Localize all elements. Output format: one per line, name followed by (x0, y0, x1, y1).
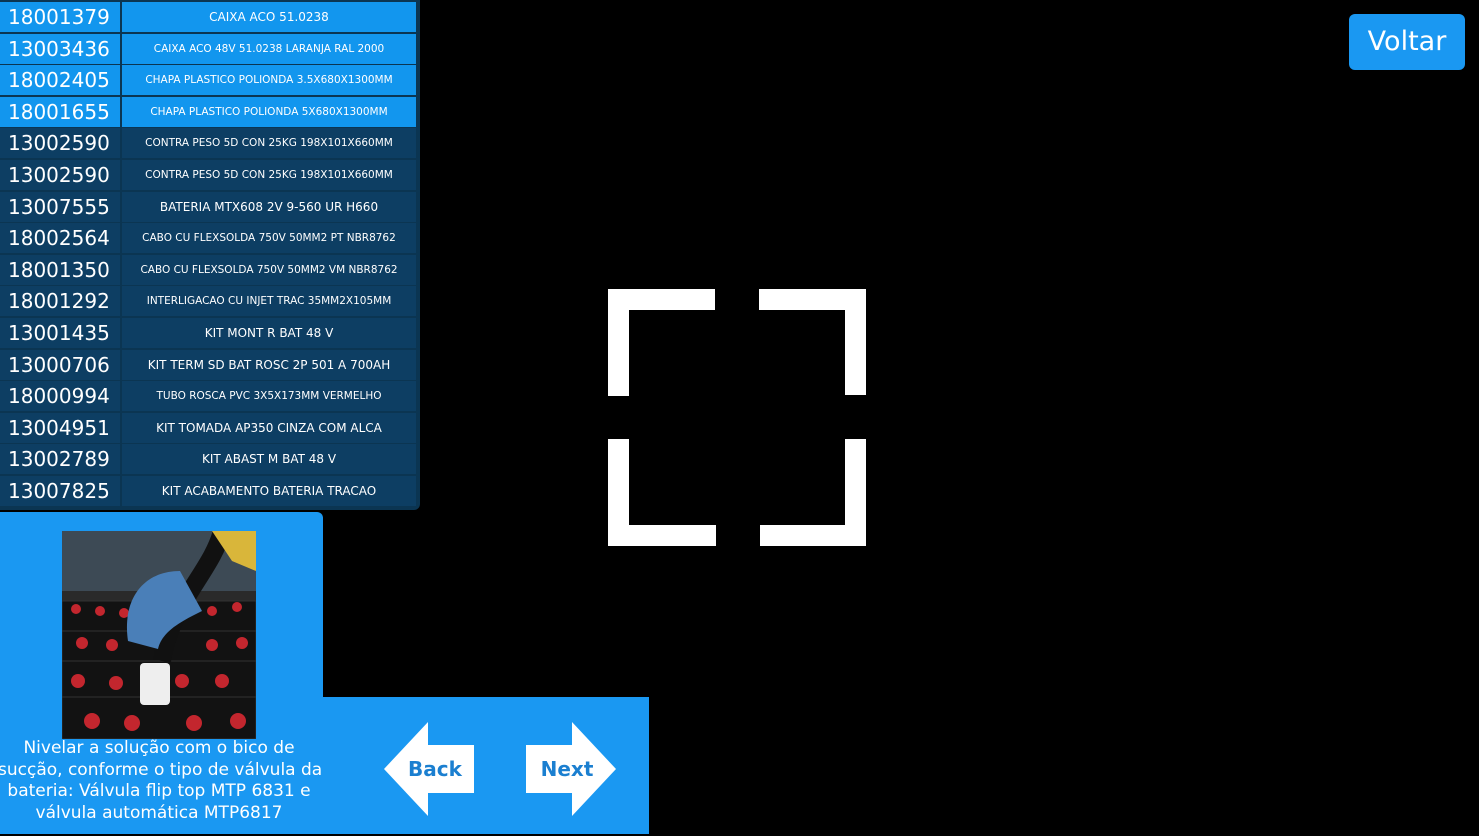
part-code: 13004951 (0, 412, 120, 443)
part-code: 13002590 (0, 128, 120, 159)
next-button[interactable]: Next (526, 722, 616, 816)
part-description[interactable]: CAIXA ACO 48V 51.0238 LARANJA RAL 2000 (122, 33, 416, 64)
part-row[interactable]: 18002564 CABO CU FLEXSOLDA 750V 50MM2 PT … (0, 223, 418, 254)
back-button[interactable]: Back (384, 722, 474, 816)
voltar-button[interactable]: Voltar (1349, 14, 1465, 70)
part-row[interactable]: 18000994 TUBO ROSCA PVC 3X5X173MM VERMELH… (0, 381, 418, 412)
part-code: 13003436 (0, 33, 120, 64)
part-row[interactable]: 18002405 CHAPA PLASTICO POLIONDA 3.5X680X… (0, 65, 418, 96)
scan-corner-bottom-left (608, 439, 716, 546)
part-code: 13001435 (0, 318, 120, 348)
part-description[interactable]: CABO CU FLEXSOLDA 750V 50MM2 VM NBR8762 (122, 254, 416, 285)
part-row[interactable]: 13000706 KIT TERM SD BAT ROSC 2P 501 A 70… (0, 349, 418, 380)
part-code: 13007555 (0, 191, 120, 222)
part-row[interactable]: 18001350 CABO CU FLEXSOLDA 750V 50MM2 VM … (0, 254, 418, 285)
instruction-line: válvula automática MTP6817 (35, 802, 283, 823)
part-code: 18001655 (0, 96, 120, 127)
instruction-photo (62, 531, 256, 739)
scan-frame-icon (608, 289, 866, 546)
part-code: 18000994 (0, 381, 120, 412)
part-description[interactable]: KIT ABAST M BAT 48 V (122, 444, 416, 475)
scan-corner-top-right (759, 289, 866, 395)
scan-corner-bottom-right (760, 439, 866, 546)
part-description[interactable]: BATERIA MTX608 2V 9-560 UR H660 (122, 191, 416, 222)
part-description[interactable]: CABO CU FLEXSOLDA 750V 50MM2 PT NBR8762 (122, 223, 416, 254)
part-code: 18002564 (0, 223, 120, 254)
part-code: 18001292 (0, 286, 120, 317)
part-row[interactable]: 13002789 KIT ABAST M BAT 48 V (0, 444, 418, 475)
part-row[interactable]: 18001655 CHAPA PLASTICO POLIONDA 5X680X13… (0, 96, 418, 127)
part-description[interactable]: CAIXA ACO 51.0238 (122, 2, 416, 32)
part-description[interactable]: CHAPA PLASTICO POLIONDA 3.5X680X1300MM (122, 65, 416, 96)
part-row[interactable]: 18001292 INTERLIGACAO CU INJET TRAC 35MM2… (0, 286, 418, 317)
parts-list: 18001379 CAIXA ACO 51.0238 13003436 CAIXA A… (0, 0, 420, 510)
part-description[interactable]: TUBO ROSCA PVC 3X5X173MM VERMELHO (122, 381, 416, 412)
part-row[interactable]: 13002590 CONTRA PESO 5D CON 25KG 198X101X… (0, 160, 418, 190)
part-code: 13000706 (0, 349, 120, 380)
part-code: 18001350 (0, 254, 120, 285)
part-code: 18001379 (0, 2, 120, 32)
part-description[interactable]: CONTRA PESO 5D CON 25KG 198X101X660MM (122, 160, 416, 190)
part-row[interactable]: 13003436 CAIXA ACO 48V 51.0238 LARANJA RA… (0, 33, 418, 64)
part-row[interactable]: 13007825 KIT ACABAMENTO BATERIA TRACAO (0, 476, 418, 506)
instruction-line: Nivelar a solução com o bico de (23, 738, 295, 758)
part-code: 13002590 (0, 160, 120, 190)
next-button-label: Next (540, 757, 594, 781)
part-description[interactable]: CONTRA PESO 5D CON 25KG 198X101X660MM (122, 128, 416, 159)
instruction-line: sucção, conforme o tipo de válvula da (0, 759, 323, 780)
part-row[interactable]: 13001435 KIT MONT R BAT 48 V (0, 318, 418, 348)
part-row[interactable]: 13002590 CONTRA PESO 5D CON 25KG 198X101X… (0, 128, 418, 159)
part-description[interactable]: KIT ACABAMENTO BATERIA TRACAO (122, 476, 416, 506)
part-description[interactable]: CHAPA PLASTICO POLIONDA 5X680X1300MM (122, 96, 416, 127)
instruction-line: bateria: Válvula flip top MTP 6831 e (7, 781, 311, 801)
scan-corner-top-left (608, 289, 715, 396)
part-row[interactable]: 13007555 BATERIA MTX608 2V 9-560 UR H660 (0, 191, 418, 222)
part-code: 13002789 (0, 444, 120, 475)
part-description[interactable]: INTERLIGACAO CU INJET TRAC 35MM2X105MM (122, 286, 416, 317)
part-description[interactable]: KIT MONT R BAT 48 V (122, 318, 416, 348)
part-description[interactable]: KIT TOMADA AP350 CINZA COM ALCA (122, 412, 416, 443)
back-button-label: Back (408, 757, 462, 781)
part-row[interactable]: 18001379 CAIXA ACO 51.0238 (0, 2, 418, 32)
part-row[interactable]: 13004951 KIT TOMADA AP350 CINZA COM ALCA (0, 412, 418, 443)
part-code: 13007825 (0, 476, 120, 506)
part-description[interactable]: KIT TERM SD BAT ROSC 2P 501 A 700AH (122, 349, 416, 380)
part-code: 18002405 (0, 65, 120, 96)
instruction-text: Nivelar a solução com o bico de sucção, … (0, 738, 323, 824)
